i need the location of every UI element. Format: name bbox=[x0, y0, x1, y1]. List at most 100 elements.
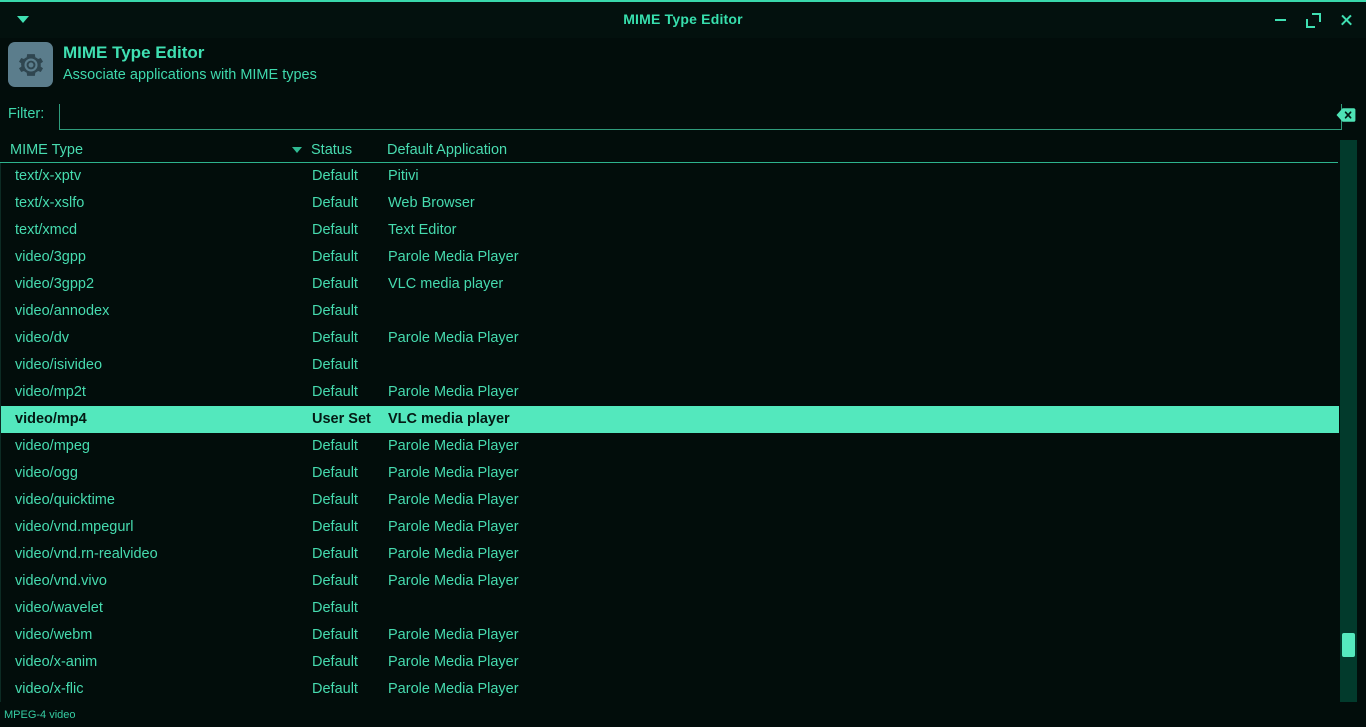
table-row[interactable]: text/xmcd Default Text Editor bbox=[1, 217, 1339, 244]
table-row[interactable]: video/ogg Default Parole Media Player bbox=[1, 460, 1339, 487]
cell-mime-type: video/quicktime bbox=[15, 487, 115, 514]
table-row[interactable]: video/annodexDefault bbox=[1, 298, 1339, 325]
table-row[interactable]: video/x-anim Default Parole Media Player bbox=[1, 649, 1339, 676]
table-row[interactable]: video/dv Default Parole Media Player bbox=[1, 325, 1339, 352]
cell-status: Default bbox=[312, 244, 358, 271]
cell-status: Default bbox=[312, 460, 358, 487]
filter-input[interactable] bbox=[59, 104, 1342, 130]
cell-mime-type: video/ogg bbox=[15, 460, 78, 487]
window-titlebar: MIME Type Editor bbox=[0, 0, 1366, 38]
table-row[interactable]: video/mp2t Default Parole Media Player bbox=[1, 379, 1339, 406]
table-row[interactable]: text/x-xptv Default Pitivi bbox=[1, 163, 1339, 190]
window-title: MIME Type Editor bbox=[0, 2, 1366, 36]
cell-mime-type: text/x-xptv bbox=[15, 163, 81, 190]
page-title: MIME Type Editor bbox=[63, 43, 204, 63]
cell-mime-type: video/mp2t bbox=[15, 379, 86, 406]
table-row[interactable]: video/vnd.mpegurl Default Parole Media Pla… bbox=[1, 514, 1339, 541]
filter-input-wrapper bbox=[59, 104, 1358, 132]
cell-mime-type: video/mpeg bbox=[15, 433, 90, 460]
cell-default-application: Parole Media Player bbox=[388, 487, 519, 514]
cell-status: Default bbox=[312, 487, 358, 514]
column-header-default-application[interactable]: Default Application bbox=[387, 140, 507, 161]
cell-mime-type: video/mp4 bbox=[15, 406, 87, 433]
cell-status: Default bbox=[312, 433, 358, 460]
cell-default-application: Parole Media Player bbox=[388, 649, 519, 676]
table-row[interactable]: video/vnd.vivo Default Parole Media Player bbox=[1, 568, 1339, 595]
table-row[interactable]: video/3gpp2 Default VLC media player bbox=[1, 271, 1339, 298]
cell-default-application: Parole Media Player bbox=[388, 460, 519, 487]
cell-status: Default bbox=[312, 649, 358, 676]
cell-default-application: VLC media player bbox=[388, 271, 503, 298]
cell-status: Default bbox=[312, 568, 358, 595]
page-subtitle: Associate applications with MIME types bbox=[63, 67, 317, 83]
cell-default-application: Parole Media Player bbox=[388, 676, 519, 702]
cell-default-application: Parole Media Player bbox=[388, 514, 519, 541]
cell-default-application: Parole Media Player bbox=[388, 541, 519, 568]
cell-mime-type: video/vnd.mpegurl bbox=[15, 514, 134, 541]
cell-mime-type: video/x-flic bbox=[15, 676, 84, 702]
cell-default-application: Parole Media Player bbox=[388, 622, 519, 649]
table-row[interactable]: video/mp4 User Set VLC media player bbox=[1, 406, 1339, 433]
table-row[interactable]: video/wavelet Default bbox=[1, 595, 1339, 622]
column-header-mime-type[interactable]: MIME Type bbox=[10, 140, 83, 161]
cell-mime-type: video/wavelet bbox=[15, 595, 103, 622]
cell-default-application: Parole Media Player bbox=[388, 568, 519, 595]
cell-default-application: Parole Media Player bbox=[388, 379, 519, 406]
cell-mime-type: video/dv bbox=[15, 325, 69, 352]
vertical-scrollbar[interactable] bbox=[1340, 140, 1357, 702]
cell-status: Default bbox=[312, 217, 358, 244]
status-bar-text: MPEG-4 video bbox=[4, 709, 76, 721]
cell-mime-type: video/x-anim bbox=[15, 649, 97, 676]
cell-status: Default bbox=[312, 163, 358, 190]
cell-default-application: Pitivi bbox=[388, 163, 419, 190]
cell-status: Default bbox=[312, 595, 358, 622]
column-header-status[interactable]: Status bbox=[311, 140, 352, 161]
cell-mime-type: video/vnd.vivo bbox=[15, 568, 107, 595]
cell-status: Default bbox=[312, 514, 358, 541]
cell-status: Default bbox=[312, 271, 358, 298]
cell-status: Default bbox=[312, 541, 358, 568]
cell-status: Default bbox=[312, 676, 358, 702]
cell-mime-type: text/x-xslfo bbox=[15, 190, 84, 217]
cell-default-application: Parole Media Player bbox=[388, 244, 519, 271]
table-row[interactable]: video/vnd.rn-realvideoDefaultParole Medi… bbox=[1, 541, 1339, 568]
cell-status: Default bbox=[312, 190, 358, 217]
table-row[interactable]: text/x-xslfo Default Web Browser bbox=[1, 190, 1339, 217]
close-icon bbox=[1340, 14, 1353, 27]
cell-status: Default bbox=[312, 352, 358, 379]
mime-type-table: MIME Type Status Default Application tex… bbox=[0, 140, 1366, 702]
cell-status: Default bbox=[312, 298, 358, 325]
minimize-button[interactable] bbox=[1268, 8, 1292, 32]
cell-default-application: Parole Media Player bbox=[388, 325, 519, 352]
app-header: MIME Type Editor Associate applications … bbox=[0, 36, 1366, 94]
cell-mime-type: video/3gpp bbox=[15, 244, 86, 271]
maximize-button[interactable] bbox=[1301, 8, 1325, 32]
cell-mime-type: text/xmcd bbox=[15, 217, 77, 244]
cell-status: Default bbox=[312, 325, 358, 352]
cell-status: Default bbox=[312, 622, 358, 649]
cell-status: Default bbox=[312, 379, 358, 406]
table-row[interactable]: video/mpeg Default Parole Media Player bbox=[1, 433, 1339, 460]
table-column-header: MIME Type Status Default Application bbox=[0, 140, 1338, 163]
cell-status: User Set bbox=[312, 406, 371, 433]
table-row[interactable]: video/quicktime Default Parole Media Playe… bbox=[1, 487, 1339, 514]
vertical-scrollbar-thumb[interactable] bbox=[1342, 633, 1355, 657]
cell-default-application: VLC media player bbox=[388, 406, 510, 433]
cell-mime-type: video/webm bbox=[15, 622, 92, 649]
table-row[interactable]: video/3gpp Default Parole Media Player bbox=[1, 244, 1339, 271]
sort-descending-icon[interactable] bbox=[292, 147, 302, 153]
maximize-icon bbox=[1306, 13, 1321, 28]
cell-default-application: Web Browser bbox=[388, 190, 475, 217]
cell-default-application: Parole Media Player bbox=[388, 433, 519, 460]
cell-mime-type: video/isivideo bbox=[15, 352, 102, 379]
clear-backspace-icon[interactable] bbox=[1336, 107, 1356, 123]
filter-label: Filter: bbox=[8, 106, 44, 122]
cell-default-application: Text Editor bbox=[388, 217, 457, 244]
table-body: text/x-xptv Default Pitivi text/x-xslfo Defa… bbox=[0, 163, 1339, 702]
table-row[interactable]: video/isivideo Default bbox=[1, 352, 1339, 379]
close-button[interactable] bbox=[1334, 8, 1358, 32]
table-row[interactable]: video/webm Default Parole Media Player bbox=[1, 622, 1339, 649]
gear-icon bbox=[8, 42, 53, 87]
table-row[interactable]: video/x-flic Default Parole Media Player bbox=[1, 676, 1339, 702]
cell-mime-type: video/3gpp2 bbox=[15, 271, 94, 298]
